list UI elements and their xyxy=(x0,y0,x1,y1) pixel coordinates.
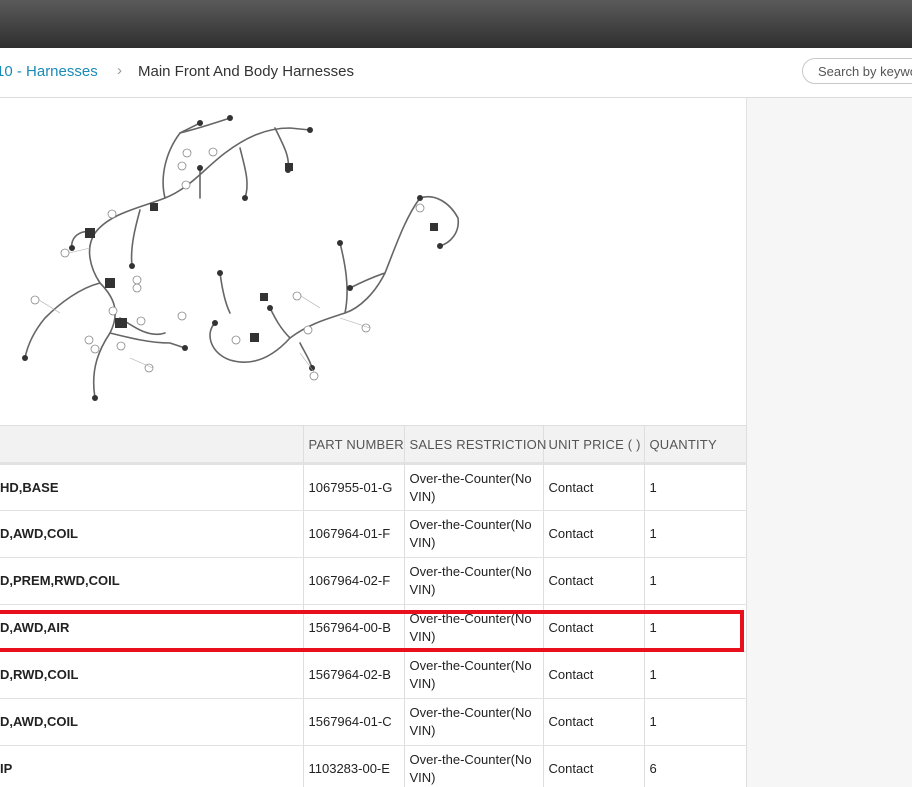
column-header-quantity[interactable]: QUANTITY xyxy=(644,425,747,465)
table-row[interactable]: IP 1103283-00-E Over-the-Counter(No VIN)… xyxy=(0,745,747,787)
column-header-sales-restriction[interactable]: SALES RESTRICTION xyxy=(404,425,546,465)
page-title: Main Front And Body Harnesses xyxy=(138,63,354,80)
part-description: D,AWD,COIL xyxy=(0,510,304,558)
chevron-right-icon: › xyxy=(117,62,122,79)
unit-price: Contact xyxy=(543,557,645,605)
table-row[interactable]: HD,BASE 1067955-01-G Over-the-Counter(No… xyxy=(0,463,747,511)
parts-table: PART NUMBER SALES RESTRICTION UNIT PRICE… xyxy=(0,425,747,787)
sales-restriction: Over-the-Counter(No VIN) xyxy=(404,463,544,511)
table-row[interactable]: D,AWD,COIL 1567964-01-C Over-the-Counter… xyxy=(0,698,747,746)
breadcrumb: 10 - Harnesses › Main Front And Body Har… xyxy=(0,48,912,98)
unit-price: Contact xyxy=(543,651,645,699)
part-number: 1067964-02-F xyxy=(303,557,405,605)
quantity: 1 xyxy=(644,604,747,652)
part-number: 1067964-01-F xyxy=(303,510,405,558)
unit-price: Contact xyxy=(543,698,645,746)
top-navigation-bar xyxy=(0,0,912,48)
breadcrumb-parent-link[interactable]: 10 - Harnesses xyxy=(0,63,98,80)
side-panel xyxy=(746,98,912,787)
column-header-part-number[interactable]: PART NUMBER xyxy=(303,425,405,465)
part-number: 1067955-01-G xyxy=(303,463,405,511)
unit-price: Contact xyxy=(543,463,645,511)
table-row[interactable]: D,AWD,COIL 1067964-01-F Over-the-Counter… xyxy=(0,510,747,558)
part-number: 1567964-02-B xyxy=(303,651,405,699)
part-number: 1567964-01-C xyxy=(303,698,405,746)
harness-illustration xyxy=(22,115,460,401)
search-input[interactable] xyxy=(802,58,912,84)
table-row-selected[interactable]: D,AWD,AIR 1567964-00-B Over-the-Counter(… xyxy=(0,604,747,652)
sales-restriction: Over-the-Counter(No VIN) xyxy=(404,745,544,787)
quantity: 1 xyxy=(644,510,747,558)
quantity: 1 xyxy=(644,698,747,746)
sales-restriction: Over-the-Counter(No VIN) xyxy=(404,510,544,558)
part-description: IP xyxy=(0,745,304,787)
part-number: 1103283-00-E xyxy=(303,745,405,787)
part-description: D,AWD,AIR xyxy=(0,604,304,652)
unit-price: Contact xyxy=(543,604,645,652)
sales-restriction: Over-the-Counter(No VIN) xyxy=(404,557,544,605)
quantity: 1 xyxy=(644,651,747,699)
column-header-description xyxy=(0,425,304,465)
sales-restriction: Over-the-Counter(No VIN) xyxy=(404,604,544,652)
sales-restriction: Over-the-Counter(No VIN) xyxy=(404,651,544,699)
harness-diagram xyxy=(0,98,746,425)
quantity: 1 xyxy=(644,557,747,605)
quantity: 1 xyxy=(644,463,747,511)
unit-price: Contact xyxy=(543,745,645,787)
column-header-unit-price[interactable]: UNIT PRICE ( ) xyxy=(543,425,645,465)
table-header-row: PART NUMBER SALES RESTRICTION UNIT PRICE… xyxy=(0,425,747,465)
part-description: HD,BASE xyxy=(0,463,304,511)
unit-price: Contact xyxy=(543,510,645,558)
part-number: 1567964-00-B xyxy=(303,604,405,652)
quantity: 6 xyxy=(644,745,747,787)
part-description: D,AWD,COIL xyxy=(0,698,304,746)
sales-restriction: Over-the-Counter(No VIN) xyxy=(404,698,544,746)
part-description: D,PREM,RWD,COIL xyxy=(0,557,304,605)
part-description: D,RWD,COIL xyxy=(0,651,304,699)
table-row[interactable]: D,PREM,RWD,COIL 1067964-02-F Over-the-Co… xyxy=(0,557,747,605)
table-row[interactable]: D,RWD,COIL 1567964-02-B Over-the-Counter… xyxy=(0,651,747,699)
